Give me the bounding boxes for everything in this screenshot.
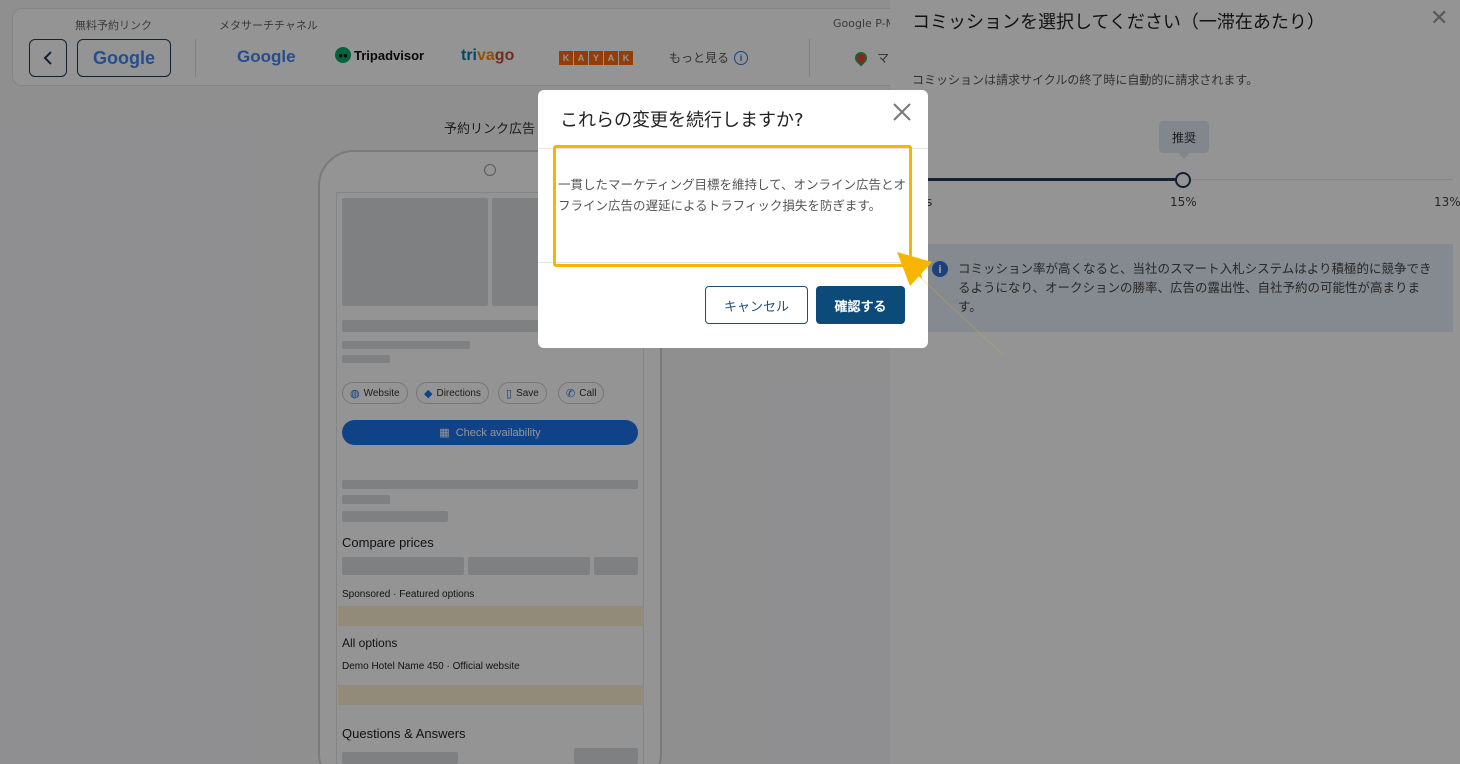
dialog-title: これらの変更を続行しますか? — [560, 110, 804, 131]
annotation-highlight-box — [553, 145, 912, 267]
close-icon[interactable] — [890, 100, 914, 124]
confirm-button[interactable]: 確認する — [816, 286, 905, 324]
cancel-button[interactable]: キャンセル — [705, 286, 808, 324]
